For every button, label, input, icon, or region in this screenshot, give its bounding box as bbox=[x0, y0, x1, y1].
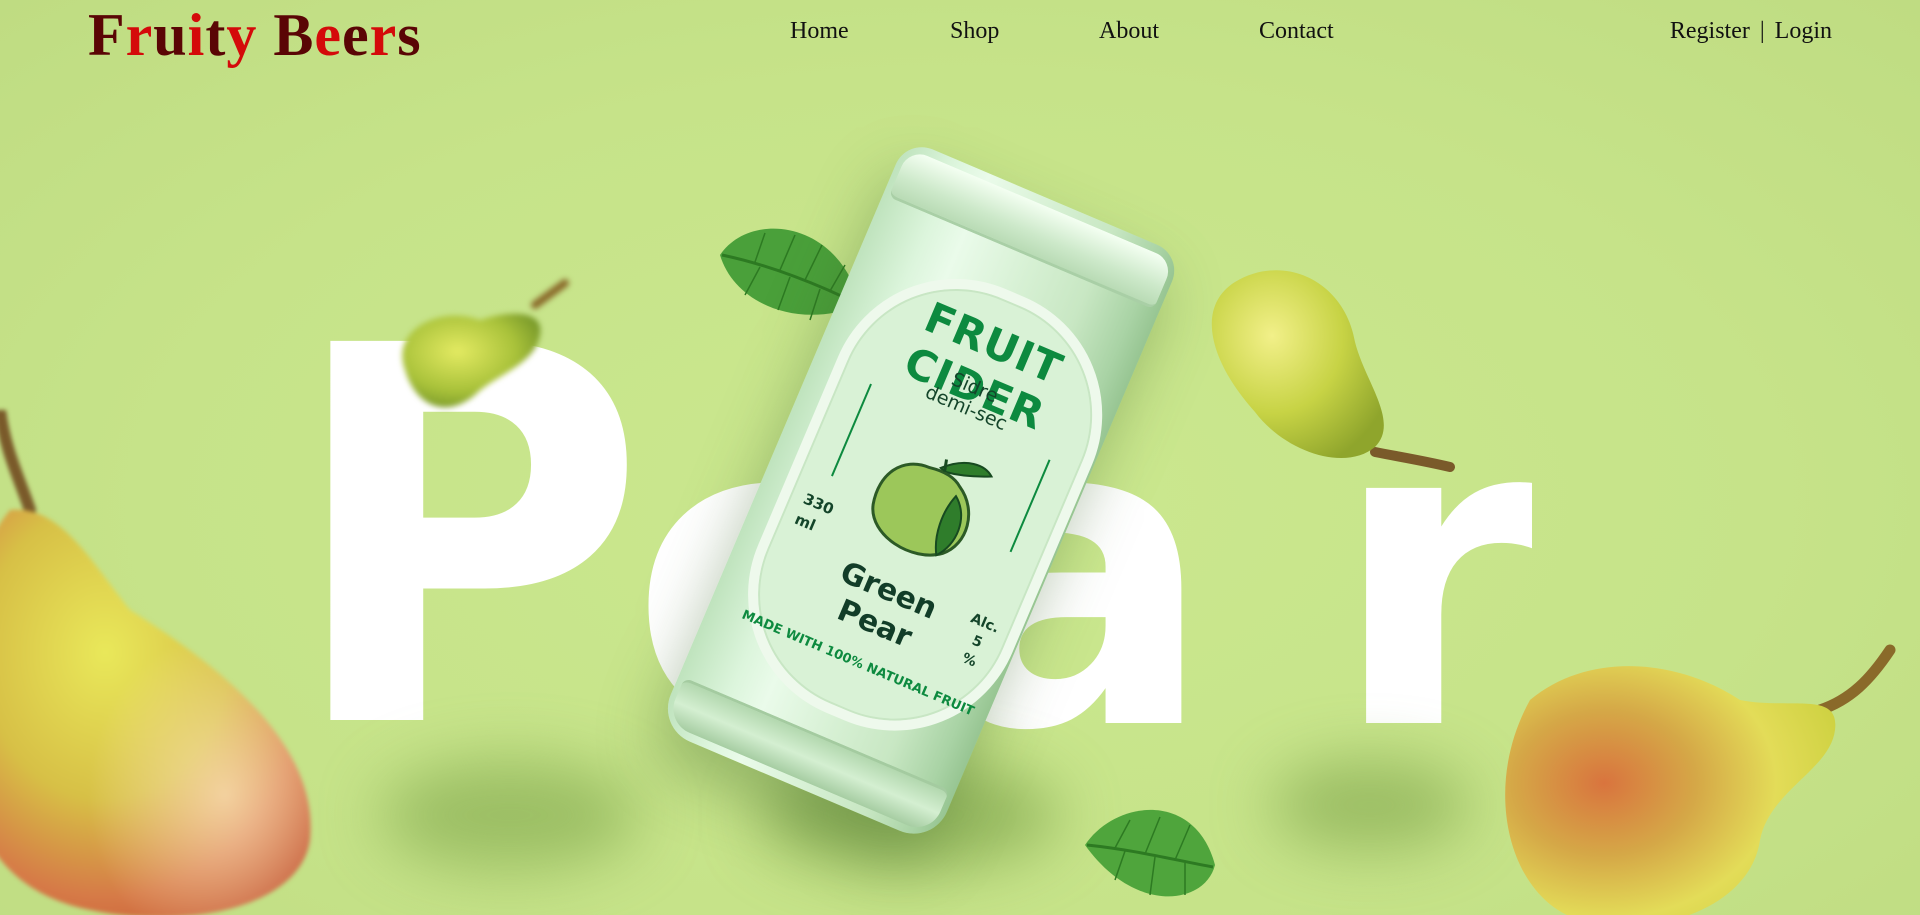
nav-about-link[interactable]: About bbox=[1099, 18, 1159, 45]
brand-letter: B bbox=[273, 2, 315, 68]
brand-letter: F bbox=[88, 2, 126, 68]
brand-logo[interactable]: Fruity Beers bbox=[88, 2, 422, 68]
auth-links: Register | Login bbox=[1670, 18, 1832, 45]
brand-letter: e bbox=[342, 2, 370, 68]
nav-contact-link[interactable]: Contact bbox=[1259, 18, 1334, 45]
register-link[interactable]: Register bbox=[1670, 18, 1750, 44]
pear-top-right-icon bbox=[1211, 270, 1455, 472]
brand-letter: e bbox=[314, 2, 342, 68]
brand-letter: s bbox=[397, 2, 422, 68]
login-link[interactable]: Login bbox=[1775, 18, 1832, 44]
ground-shadow-left bbox=[380, 760, 640, 870]
brand-letter: r bbox=[125, 2, 154, 68]
ground-shadow-right bbox=[1270, 760, 1470, 850]
nav-home-link[interactable]: Home bbox=[790, 18, 849, 45]
pear-large-left-icon bbox=[0, 410, 311, 915]
pear-small-left-icon bbox=[402, 279, 569, 408]
nav-shop-link[interactable]: Shop bbox=[950, 18, 999, 45]
leaf-bottom-icon bbox=[1085, 809, 1215, 897]
brand-letter: r bbox=[369, 2, 398, 68]
site-header: Fruity Beers Home Shop About Contact Reg… bbox=[0, 0, 1920, 70]
auth-separator: | bbox=[1759, 18, 1765, 44]
brand-letter: u bbox=[153, 2, 188, 68]
brand-letter: y bbox=[226, 2, 258, 68]
brand-letter: t bbox=[205, 2, 227, 68]
brand-letter bbox=[257, 2, 273, 68]
brand-letter: i bbox=[187, 2, 206, 68]
hero-page: Fruity Beers Home Shop About Contact Reg… bbox=[0, 0, 1920, 915]
can-line-right bbox=[1009, 459, 1051, 553]
pear-large-right-icon bbox=[1505, 644, 1896, 915]
